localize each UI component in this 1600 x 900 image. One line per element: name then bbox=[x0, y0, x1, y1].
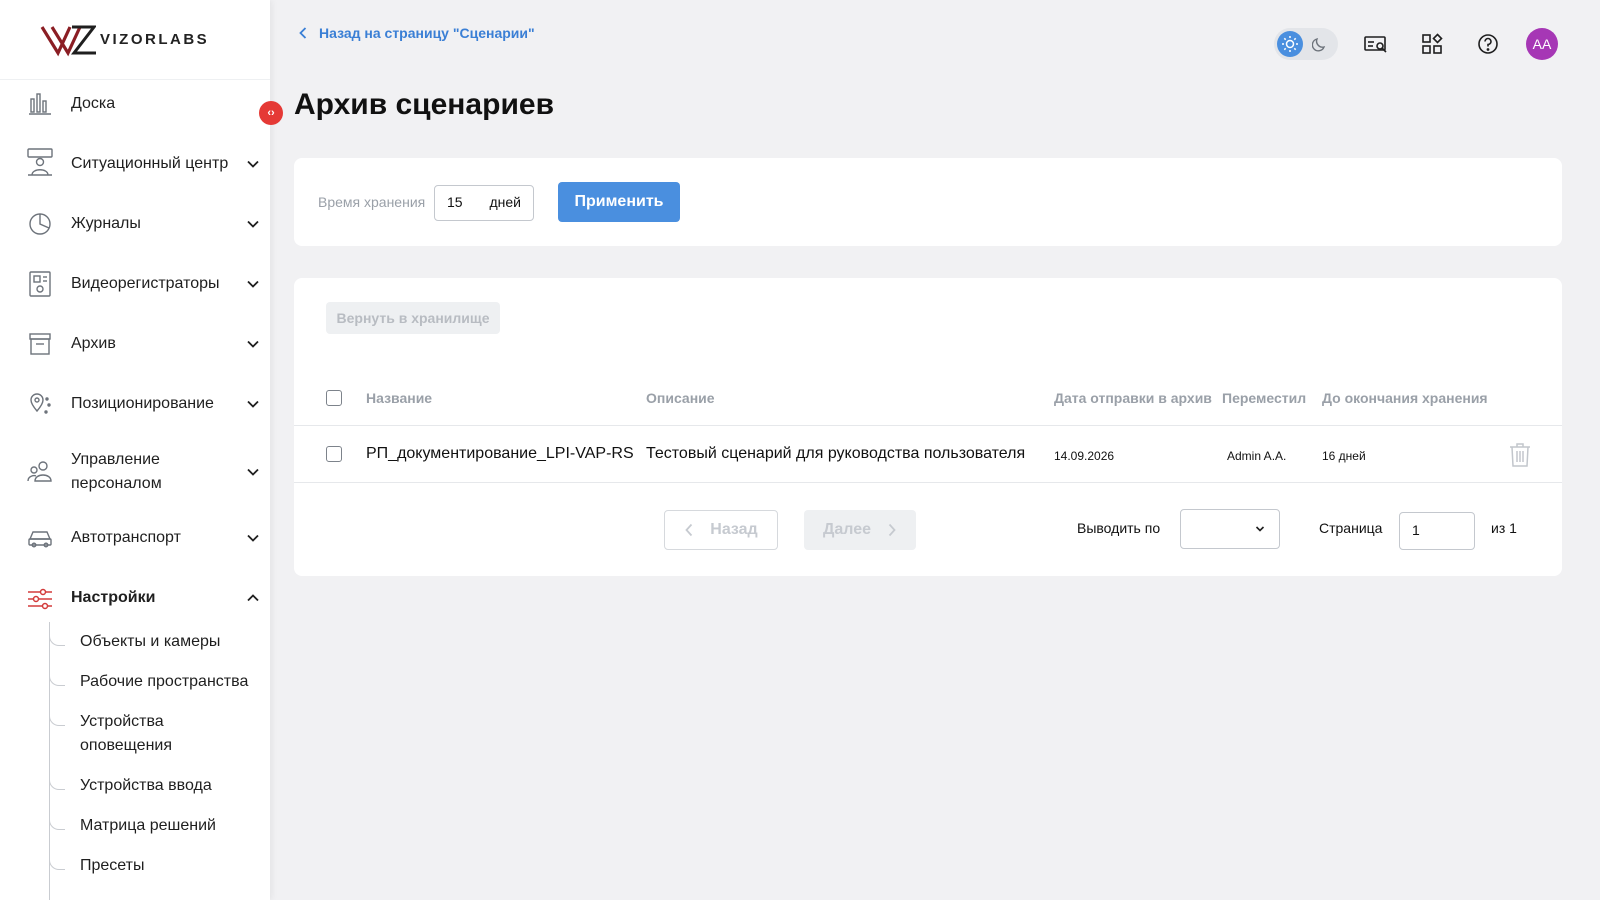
sun-icon[interactable] bbox=[1277, 31, 1303, 57]
column-header-name[interactable]: Название bbox=[366, 388, 432, 408]
subitem-label: Устройства ввода bbox=[80, 777, 212, 794]
chevron-down-icon bbox=[247, 220, 259, 228]
sidebar-item-archive[interactable]: Архив bbox=[0, 332, 270, 356]
page-number-value: 1 bbox=[1412, 522, 1420, 538]
license-card-icon[interactable] bbox=[1362, 30, 1390, 58]
previous-page-label: Назад bbox=[710, 521, 758, 538]
sidebar-item-label: Управление персоналом bbox=[71, 451, 162, 492]
sidebar-item-label: Видеорегистраторы bbox=[71, 275, 220, 292]
sidebar-item-situation-center[interactable]: Ситуационный центр bbox=[0, 148, 270, 176]
subitem-label: Матрица решений bbox=[80, 817, 216, 834]
row-description: Тестовый сценарий для руководства пользо… bbox=[646, 445, 1026, 462]
chevron-down-icon bbox=[247, 340, 259, 348]
chevron-down-icon bbox=[247, 280, 259, 288]
restore-to-storage-button[interactable]: Вернуть в хранилище bbox=[326, 302, 500, 334]
sidebar-item-label: Журналы bbox=[71, 215, 141, 232]
video-recorder-icon bbox=[26, 270, 54, 298]
row-archived-date: 14.09.2026 bbox=[1054, 449, 1115, 463]
sidebar-item-video-recorders[interactable]: Видеорегистраторы bbox=[0, 270, 270, 298]
chevron-down-icon bbox=[1255, 526, 1265, 532]
row-name: РП_документирование_LPI-VAP-RS bbox=[366, 445, 634, 462]
subitem-label: Пресеты bbox=[80, 857, 145, 874]
retention-days-input[interactable]: 15 дней bbox=[434, 185, 534, 221]
chevron-down-icon bbox=[247, 160, 259, 168]
situation-center-icon bbox=[26, 148, 54, 176]
subitem-label: Рабочие пространства bbox=[80, 673, 249, 690]
retention-value: 15 bbox=[447, 194, 463, 210]
sidebar-collapse-button[interactable]: ‹› bbox=[259, 101, 283, 125]
page-label: Страница bbox=[1319, 520, 1383, 536]
sidebar-item-label: Ситуационный центр bbox=[71, 155, 229, 172]
sidebar-item-settings[interactable]: Настройки bbox=[0, 586, 270, 610]
column-header-moved-by[interactable]: Переместил bbox=[1222, 388, 1306, 408]
sidebar-item-label: Настройки bbox=[71, 589, 156, 606]
header-divider bbox=[294, 425, 1562, 426]
dashboard-chart-icon bbox=[26, 90, 54, 118]
archive-box-icon bbox=[26, 330, 54, 358]
sidebar-item-vehicles[interactable]: Автотранспорт bbox=[0, 526, 270, 550]
subitem-label: Объекты и камеры bbox=[80, 633, 221, 650]
chevron-down-icon bbox=[247, 468, 259, 476]
column-header-archived-date[interactable]: Дата отправки в архив bbox=[1054, 388, 1212, 408]
brand-name: VIZORLABS bbox=[100, 31, 210, 48]
select-all-checkbox[interactable] bbox=[326, 390, 342, 406]
per-page-select[interactable] bbox=[1180, 509, 1280, 549]
settings-subitem-presets[interactable]: Пресеты bbox=[49, 854, 269, 884]
moon-icon[interactable] bbox=[1310, 34, 1330, 54]
user-avatar[interactable]: AA bbox=[1526, 28, 1558, 60]
archive-table-card: Вернуть в хранилище Название Описание Да… bbox=[294, 278, 1562, 576]
chevron-left-icon bbox=[299, 27, 307, 39]
subitem-label: Устройства оповещения bbox=[80, 713, 172, 754]
chevron-down-icon bbox=[247, 534, 259, 542]
sidebar-item-positioning[interactable]: Позиционирование bbox=[0, 392, 270, 416]
apps-grid-icon[interactable] bbox=[1418, 30, 1446, 58]
next-page-label: Далее bbox=[822, 521, 872, 538]
chevron-up-icon bbox=[247, 594, 259, 602]
theme-toggle[interactable] bbox=[1274, 28, 1338, 60]
staff-icon bbox=[26, 458, 54, 486]
chevron-right-icon bbox=[888, 523, 896, 537]
journal-pie-icon bbox=[26, 210, 54, 238]
sidebar-item-label: Доска bbox=[71, 95, 116, 112]
chevron-down-icon bbox=[247, 400, 259, 408]
back-link-label: Назад на страницу "Сценарии" bbox=[319, 25, 535, 41]
settings-subitem-decision-matrix[interactable]: Матрица решений bbox=[49, 814, 269, 844]
next-page-button[interactable]: Далее bbox=[804, 510, 916, 550]
page-number-input[interactable]: 1 bbox=[1399, 512, 1475, 550]
page-title: Архив сценариев bbox=[294, 88, 555, 121]
row-remaining: 16 дней bbox=[1322, 449, 1366, 463]
help-icon[interactable] bbox=[1474, 30, 1502, 58]
settings-subitem-workspaces[interactable]: Рабочие пространства bbox=[49, 670, 269, 700]
per-page-label: Выводить по bbox=[1077, 520, 1161, 536]
row-checkbox[interactable] bbox=[326, 446, 342, 462]
back-link[interactable]: Назад на страницу "Сценарии" bbox=[299, 25, 535, 41]
settings-subitem-alert-devices[interactable]: Устройства оповещения bbox=[49, 710, 269, 760]
sidebar: VIZORLABS Доска Ситуационный центр Журна… bbox=[0, 0, 270, 900]
sidebar-item-label: Позиционирование bbox=[71, 395, 214, 412]
settings-subitem-objects-cameras[interactable]: Объекты и камеры bbox=[49, 630, 269, 660]
previous-page-button[interactable]: Назад bbox=[664, 510, 778, 550]
sidebar-item-label: Автотранспорт bbox=[71, 529, 181, 546]
row-moved-by: Admin A.A. bbox=[1227, 449, 1287, 463]
sidebar-item-label: Архив bbox=[71, 335, 116, 352]
page-total: из 1 bbox=[1491, 520, 1517, 536]
row-divider bbox=[294, 482, 1562, 483]
trash-icon[interactable] bbox=[1509, 442, 1531, 468]
retention-unit: дней bbox=[489, 194, 521, 210]
settings-sliders-icon bbox=[26, 584, 54, 612]
chevron-left-icon bbox=[685, 523, 693, 537]
retention-settings-card: Время хранения 15 дней Применить bbox=[294, 158, 1562, 246]
retention-label: Время хранения bbox=[318, 194, 426, 210]
sidebar-item-staff-management[interactable]: Управление персоналом bbox=[0, 448, 270, 496]
location-pin-icon bbox=[26, 390, 54, 418]
car-icon bbox=[26, 524, 54, 552]
column-header-remaining[interactable]: До окончания хранения bbox=[1322, 388, 1488, 408]
sidebar-item-journals[interactable]: Журналы bbox=[0, 212, 270, 236]
apply-button[interactable]: Применить bbox=[558, 182, 680, 222]
settings-subitem-input-devices[interactable]: Устройства ввода bbox=[49, 774, 269, 804]
sidebar-item-board[interactable]: Доска bbox=[0, 92, 270, 116]
column-header-description[interactable]: Описание bbox=[646, 388, 715, 408]
vizorlabs-logo-icon bbox=[40, 25, 96, 56]
brand-logo[interactable]: VIZORLABS bbox=[0, 0, 270, 80]
